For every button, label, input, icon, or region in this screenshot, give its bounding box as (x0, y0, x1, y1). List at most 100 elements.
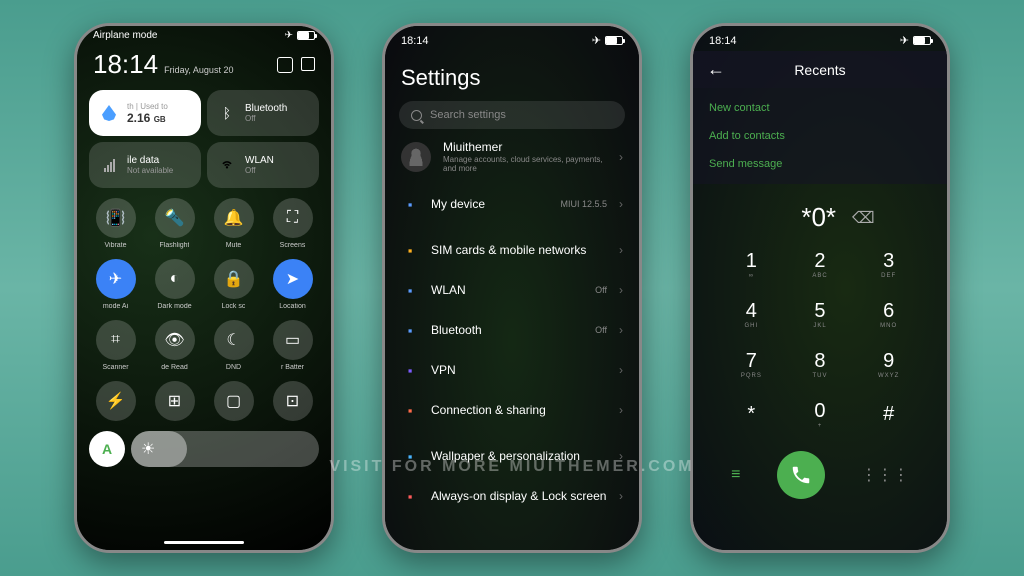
battery-icon (913, 36, 931, 45)
setting-icon: ▪ (401, 447, 419, 465)
toggle-Dark mode[interactable]: ◐Dark mode (148, 259, 201, 310)
chevron-right-icon: › (619, 403, 623, 417)
toggle-apps[interactable]: ⊞ (148, 381, 201, 421)
settings-item-0[interactable]: ▪My deviceMIUI 12.5.5› (385, 184, 639, 224)
wlan-tile[interactable]: WLAN Off (207, 142, 319, 188)
chevron-right-icon: › (619, 449, 623, 463)
settings-item-3[interactable]: ▪BluetoothOff› (385, 310, 639, 350)
toggle-mode Ai[interactable]: ✈mode Ai (89, 259, 142, 310)
toggle-Location[interactable]: ➤Location (266, 259, 319, 310)
toggle-Scanner[interactable]: ⌗Scanner (89, 320, 142, 371)
toggle-record[interactable]: ⊡ (266, 381, 319, 421)
data-usage-tile[interactable]: th | Used to 2.16 GB (89, 90, 201, 136)
key-2[interactable]: 2ABC (786, 239, 855, 289)
account-row[interactable]: Miuithemer Manage accounts, cloud servic… (385, 129, 639, 184)
airplane-icon: ✈ (592, 34, 601, 47)
battery-icon (605, 36, 623, 45)
key-#[interactable]: # (854, 389, 923, 439)
setting-icon: ▪ (401, 361, 419, 379)
clock-time: 18:14 (93, 49, 158, 80)
clock-date: Friday, August 20 (164, 65, 233, 75)
toggle-r Batter[interactable]: ▭r Batter (266, 320, 319, 371)
toggle-Lock sc[interactable]: 🔒Lock sc (207, 259, 260, 310)
key-1[interactable]: 1∞ (717, 239, 786, 289)
screenshot-icon: ⛶ (273, 198, 313, 238)
settings-item-7[interactable]: ▪Always-on display & Lock screen› (385, 476, 639, 516)
chevron-right-icon: › (619, 283, 623, 297)
key-3[interactable]: 3DEF (854, 239, 923, 289)
bluetooth-tile[interactable]: ᛒ Bluetooth Off (207, 90, 319, 136)
brightness-slider[interactable]: ☀ (131, 431, 319, 467)
toggle-Flashlight[interactable]: 🔦Flashlight (148, 198, 201, 249)
settings-title: Settings (385, 51, 639, 101)
toggle-Screens[interactable]: ⛶Screens (266, 198, 319, 249)
key-9[interactable]: 9WXYZ (854, 339, 923, 389)
sun-icon: ☀ (141, 439, 155, 459)
call-button[interactable] (777, 451, 825, 499)
apps-icon: ⊞ (155, 381, 195, 421)
phone-settings: 18:14 ✈ Settings Search settings Miuithe… (382, 23, 642, 553)
key-5[interactable]: 5JKL (786, 289, 855, 339)
action-add-to-contacts[interactable]: Add to contacts (709, 122, 931, 150)
toggle-bolt[interactable]: ⚡ (89, 381, 142, 421)
backspace-button[interactable]: ⌫ (852, 208, 875, 228)
key-6[interactable]: 6MNO (854, 289, 923, 339)
edit-icon[interactable] (301, 57, 315, 71)
action-new-contact[interactable]: New contact (709, 94, 931, 122)
chevron-right-icon: › (619, 489, 623, 503)
flashlight-icon: 🔦 (155, 198, 195, 238)
mobile-data-tile[interactable]: ile data Not available (89, 142, 201, 188)
airplane-mode-row: Airplane mode ✈ (77, 26, 331, 45)
setting-icon: ▪ (401, 241, 419, 259)
status-time: 18:14 (401, 35, 429, 47)
key-4[interactable]: 4GHI (717, 289, 786, 339)
airplane-icon: ✈ (285, 30, 293, 41)
settings-icon[interactable] (277, 57, 293, 73)
accent-button[interactable]: A (89, 431, 125, 467)
wifi-icon (217, 155, 237, 175)
toggle-Vibrate[interactable]: 📳Vibrate (89, 198, 142, 249)
airplane-icon: ✈ (96, 259, 136, 299)
setting-icon: ▪ (401, 487, 419, 505)
back-button[interactable]: ← (707, 59, 725, 80)
phone-dialer: 18:14 ✈ ← Recents New contactAdd to cont… (690, 23, 950, 553)
drop-icon (102, 105, 116, 121)
key-8[interactable]: 8TUV (786, 339, 855, 389)
settings-item-2[interactable]: ▪WLANOff› (385, 270, 639, 310)
toggle-Mute[interactable]: 🔔Mute (207, 198, 260, 249)
action-send-message[interactable]: Send message (709, 150, 931, 178)
dialpad-grid-icon[interactable]: ⋮⋮⋮ (861, 465, 909, 485)
setting-icon: ▪ (401, 281, 419, 299)
key-0[interactable]: 0+ (786, 389, 855, 439)
battery-icon (297, 31, 315, 40)
toggle-cast[interactable]: ▢ (207, 381, 260, 421)
chevron-right-icon: › (619, 363, 623, 377)
settings-item-4[interactable]: ▪VPN› (385, 350, 639, 390)
airplane-mode-label: Airplane mode (93, 30, 157, 41)
setting-icon: ▪ (401, 401, 419, 419)
home-indicator[interactable] (164, 541, 244, 544)
status-time: 18:14 (709, 35, 737, 47)
dnd-icon: ☾ (214, 320, 254, 360)
dialed-number: *0* (801, 202, 836, 233)
key-*[interactable]: * (717, 389, 786, 439)
bluetooth-icon: ᛒ (217, 103, 237, 123)
bolt-icon: ⚡ (96, 381, 136, 421)
signal-icon (99, 155, 119, 175)
chevron-right-icon: › (619, 150, 623, 164)
settings-item-6[interactable]: ▪Wallpaper & personalization› (385, 436, 639, 476)
toggle-de Read[interactable]: 👁de Read (148, 320, 201, 371)
record-icon: ⊡ (273, 381, 313, 421)
read-icon: 👁 (155, 320, 195, 360)
menu-icon[interactable]: ≡ (731, 466, 740, 484)
settings-item-1[interactable]: ▪SIM cards & mobile networks› (385, 230, 639, 270)
setting-icon: ▪ (401, 321, 419, 339)
key-7[interactable]: 7PQRS (717, 339, 786, 389)
settings-item-5[interactable]: ▪Connection & sharing› (385, 390, 639, 430)
mute-icon: 🔔 (214, 198, 254, 238)
setting-icon: ▪ (401, 195, 419, 213)
toggle-DND[interactable]: ☾DND (207, 320, 260, 371)
search-input[interactable]: Search settings (399, 101, 625, 129)
vibrate-icon: 📳 (96, 198, 136, 238)
darkmode-icon: ◐ (155, 259, 195, 299)
